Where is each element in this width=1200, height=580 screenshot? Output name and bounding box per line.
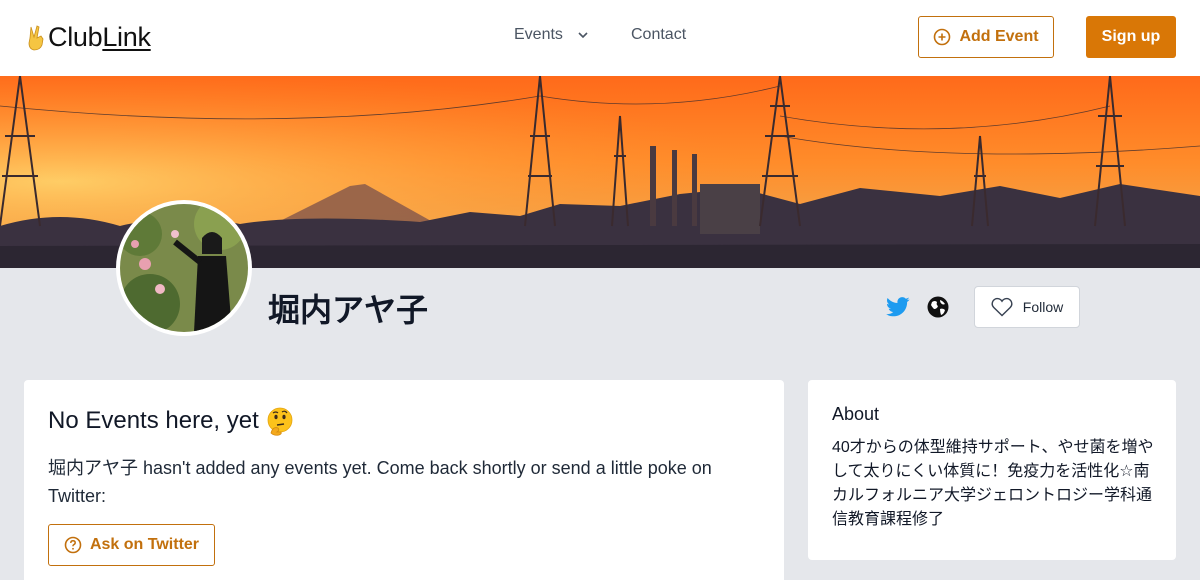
- question-circle-icon: [64, 536, 82, 554]
- logo-text-link: Link: [102, 22, 151, 52]
- about-card-text: 40才からの体型維持サポート、やせ菌を増やして太りにくい体質に！免疫力を活性化☆…: [832, 439, 1154, 528]
- thinking-face-icon: [267, 407, 293, 436]
- logo-text-club: Club: [48, 22, 103, 52]
- plus-circle-icon: [934, 28, 951, 46]
- follow-label: Follow: [1022, 299, 1064, 315]
- nav-events-dropdown[interactable]: Events: [514, 26, 589, 44]
- about-card-title: About: [832, 404, 880, 424]
- ask-on-twitter-button[interactable]: Ask on Twitter: [48, 524, 215, 566]
- about-card: About 40才からの体型維持サポート、やせ菌を増やして太りにくい体質に！免疫…: [808, 380, 1176, 560]
- peace-hand-icon: [28, 24, 44, 50]
- follow-button[interactable]: Follow: [974, 286, 1080, 328]
- profile-name: 堀内アヤ子: [268, 292, 429, 328]
- add-event-button[interactable]: Add Event: [918, 16, 1054, 58]
- nav-events-label: Events: [514, 26, 563, 43]
- heart-icon: [991, 297, 1013, 317]
- ask-on-twitter-label: Ask on Twitter: [89, 536, 200, 553]
- events-card-title: No Events here, yet: [48, 406, 295, 436]
- chevron-down-icon: [578, 32, 588, 39]
- top-navbar: Club Link Events Contact Add Event Sign u…: [0, 0, 1200, 76]
- sign-up-button[interactable]: Sign up: [1086, 16, 1176, 58]
- globe-icon[interactable]: [927, 296, 949, 318]
- add-event-label: Add Event: [959, 28, 1039, 45]
- profile-avatar: [116, 200, 252, 336]
- clublink-logo[interactable]: Club Link: [26, 22, 151, 53]
- events-title-text: No Events here, yet: [48, 407, 259, 434]
- events-card-description: 堀内アヤ子 hasn't added any events yet. Come …: [48, 458, 712, 506]
- twitter-icon[interactable]: [886, 296, 910, 318]
- events-card: No Events here, yet 堀内アヤ子 hasn't added a…: [24, 380, 784, 580]
- nav-contact-link[interactable]: Contact: [631, 26, 686, 44]
